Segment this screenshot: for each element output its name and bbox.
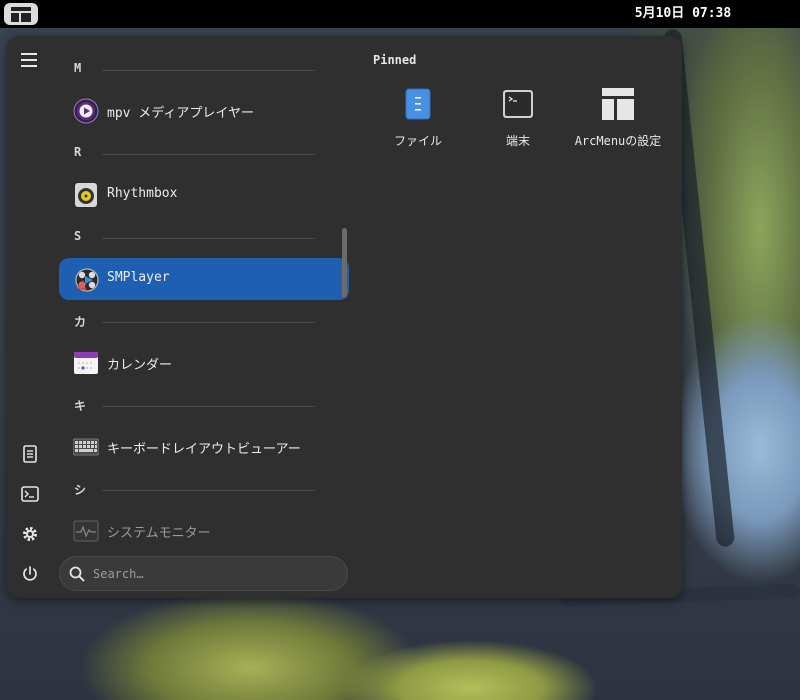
section-letter: シ <box>74 483 87 497</box>
arcmenu-settings-icon <box>602 88 634 120</box>
section-header: S <box>59 216 349 258</box>
app-item-keyboard-layout-viewer[interactable]: キーボードレイアウトビューアー <box>59 426 349 468</box>
section-header: R <box>59 132 349 174</box>
pinned-label: 端末 <box>505 134 530 148</box>
app-item-system-monitor[interactable]: システムモニター <box>59 510 349 548</box>
pinned-label: ArcMenuの設定 <box>574 134 662 148</box>
pinned-label: ファイル <box>393 134 442 148</box>
section-letter: R <box>74 145 82 159</box>
settings-icon[interactable] <box>19 523 41 545</box>
terminal-icon <box>502 88 534 120</box>
rhythmbox-icon <box>73 182 99 208</box>
search-box[interactable] <box>59 556 348 591</box>
calendar-icon <box>73 350 99 376</box>
app-label: mpv メディアプレイヤー <box>107 106 255 121</box>
smplayer-icon <box>73 266 99 292</box>
pinned-files[interactable]: ファイル <box>368 84 468 174</box>
documents-icon[interactable] <box>19 443 41 465</box>
pinned-arcmenu-settings[interactable]: ArcMenuの設定 <box>568 84 668 174</box>
files-icon <box>402 88 434 120</box>
app-item-smplayer[interactable]: SMPlayer <box>59 258 349 300</box>
power-icon[interactable] <box>19 563 41 585</box>
arcmenu-panel: M mpv メディアプレイヤー R Rhythmbox S SMPlayer カ… <box>7 36 682 598</box>
section-header: M <box>59 48 349 90</box>
app-list-scrollbar[interactable] <box>342 228 347 298</box>
app-label: キーボードレイアウトビューアー <box>107 442 301 457</box>
pinned-terminal[interactable]: 端末 <box>468 84 568 174</box>
arcmenu-button[interactable] <box>4 3 38 25</box>
section-letter: M <box>74 61 82 75</box>
app-label: カレンダー <box>107 358 173 373</box>
section-letter: キ <box>74 399 87 413</box>
app-label: システムモニター <box>107 526 211 541</box>
search-input[interactable] <box>93 564 333 584</box>
terminal-icon[interactable] <box>19 483 41 505</box>
hamburger-menu-icon[interactable] <box>21 53 39 67</box>
section-letter: S <box>74 229 82 243</box>
app-item-rhythmbox[interactable]: Rhythmbox <box>59 174 349 216</box>
system-monitor-icon <box>73 518 99 544</box>
section-header: シ <box>59 468 349 510</box>
app-label: SMPlayer <box>107 270 170 285</box>
section-letter: カ <box>74 315 87 329</box>
app-label: Rhythmbox <box>107 186 178 201</box>
top-bar: 5月10日 07:38 <box>0 0 800 28</box>
app-list[interactable]: M mpv メディアプレイヤー R Rhythmbox S SMPlayer カ… <box>59 48 349 548</box>
app-item-mpv[interactable]: mpv メディアプレイヤー <box>59 90 349 132</box>
mpv-icon <box>73 98 99 124</box>
section-header: キ <box>59 384 349 426</box>
section-header: カ <box>59 300 349 342</box>
search-icon <box>69 566 85 582</box>
clock[interactable]: 5月10日 07:38 <box>620 0 746 28</box>
app-item-calendar[interactable]: カレンダー <box>59 342 349 384</box>
keyboard-icon <box>72 434 100 460</box>
pinned-title: Pinned <box>373 53 417 67</box>
